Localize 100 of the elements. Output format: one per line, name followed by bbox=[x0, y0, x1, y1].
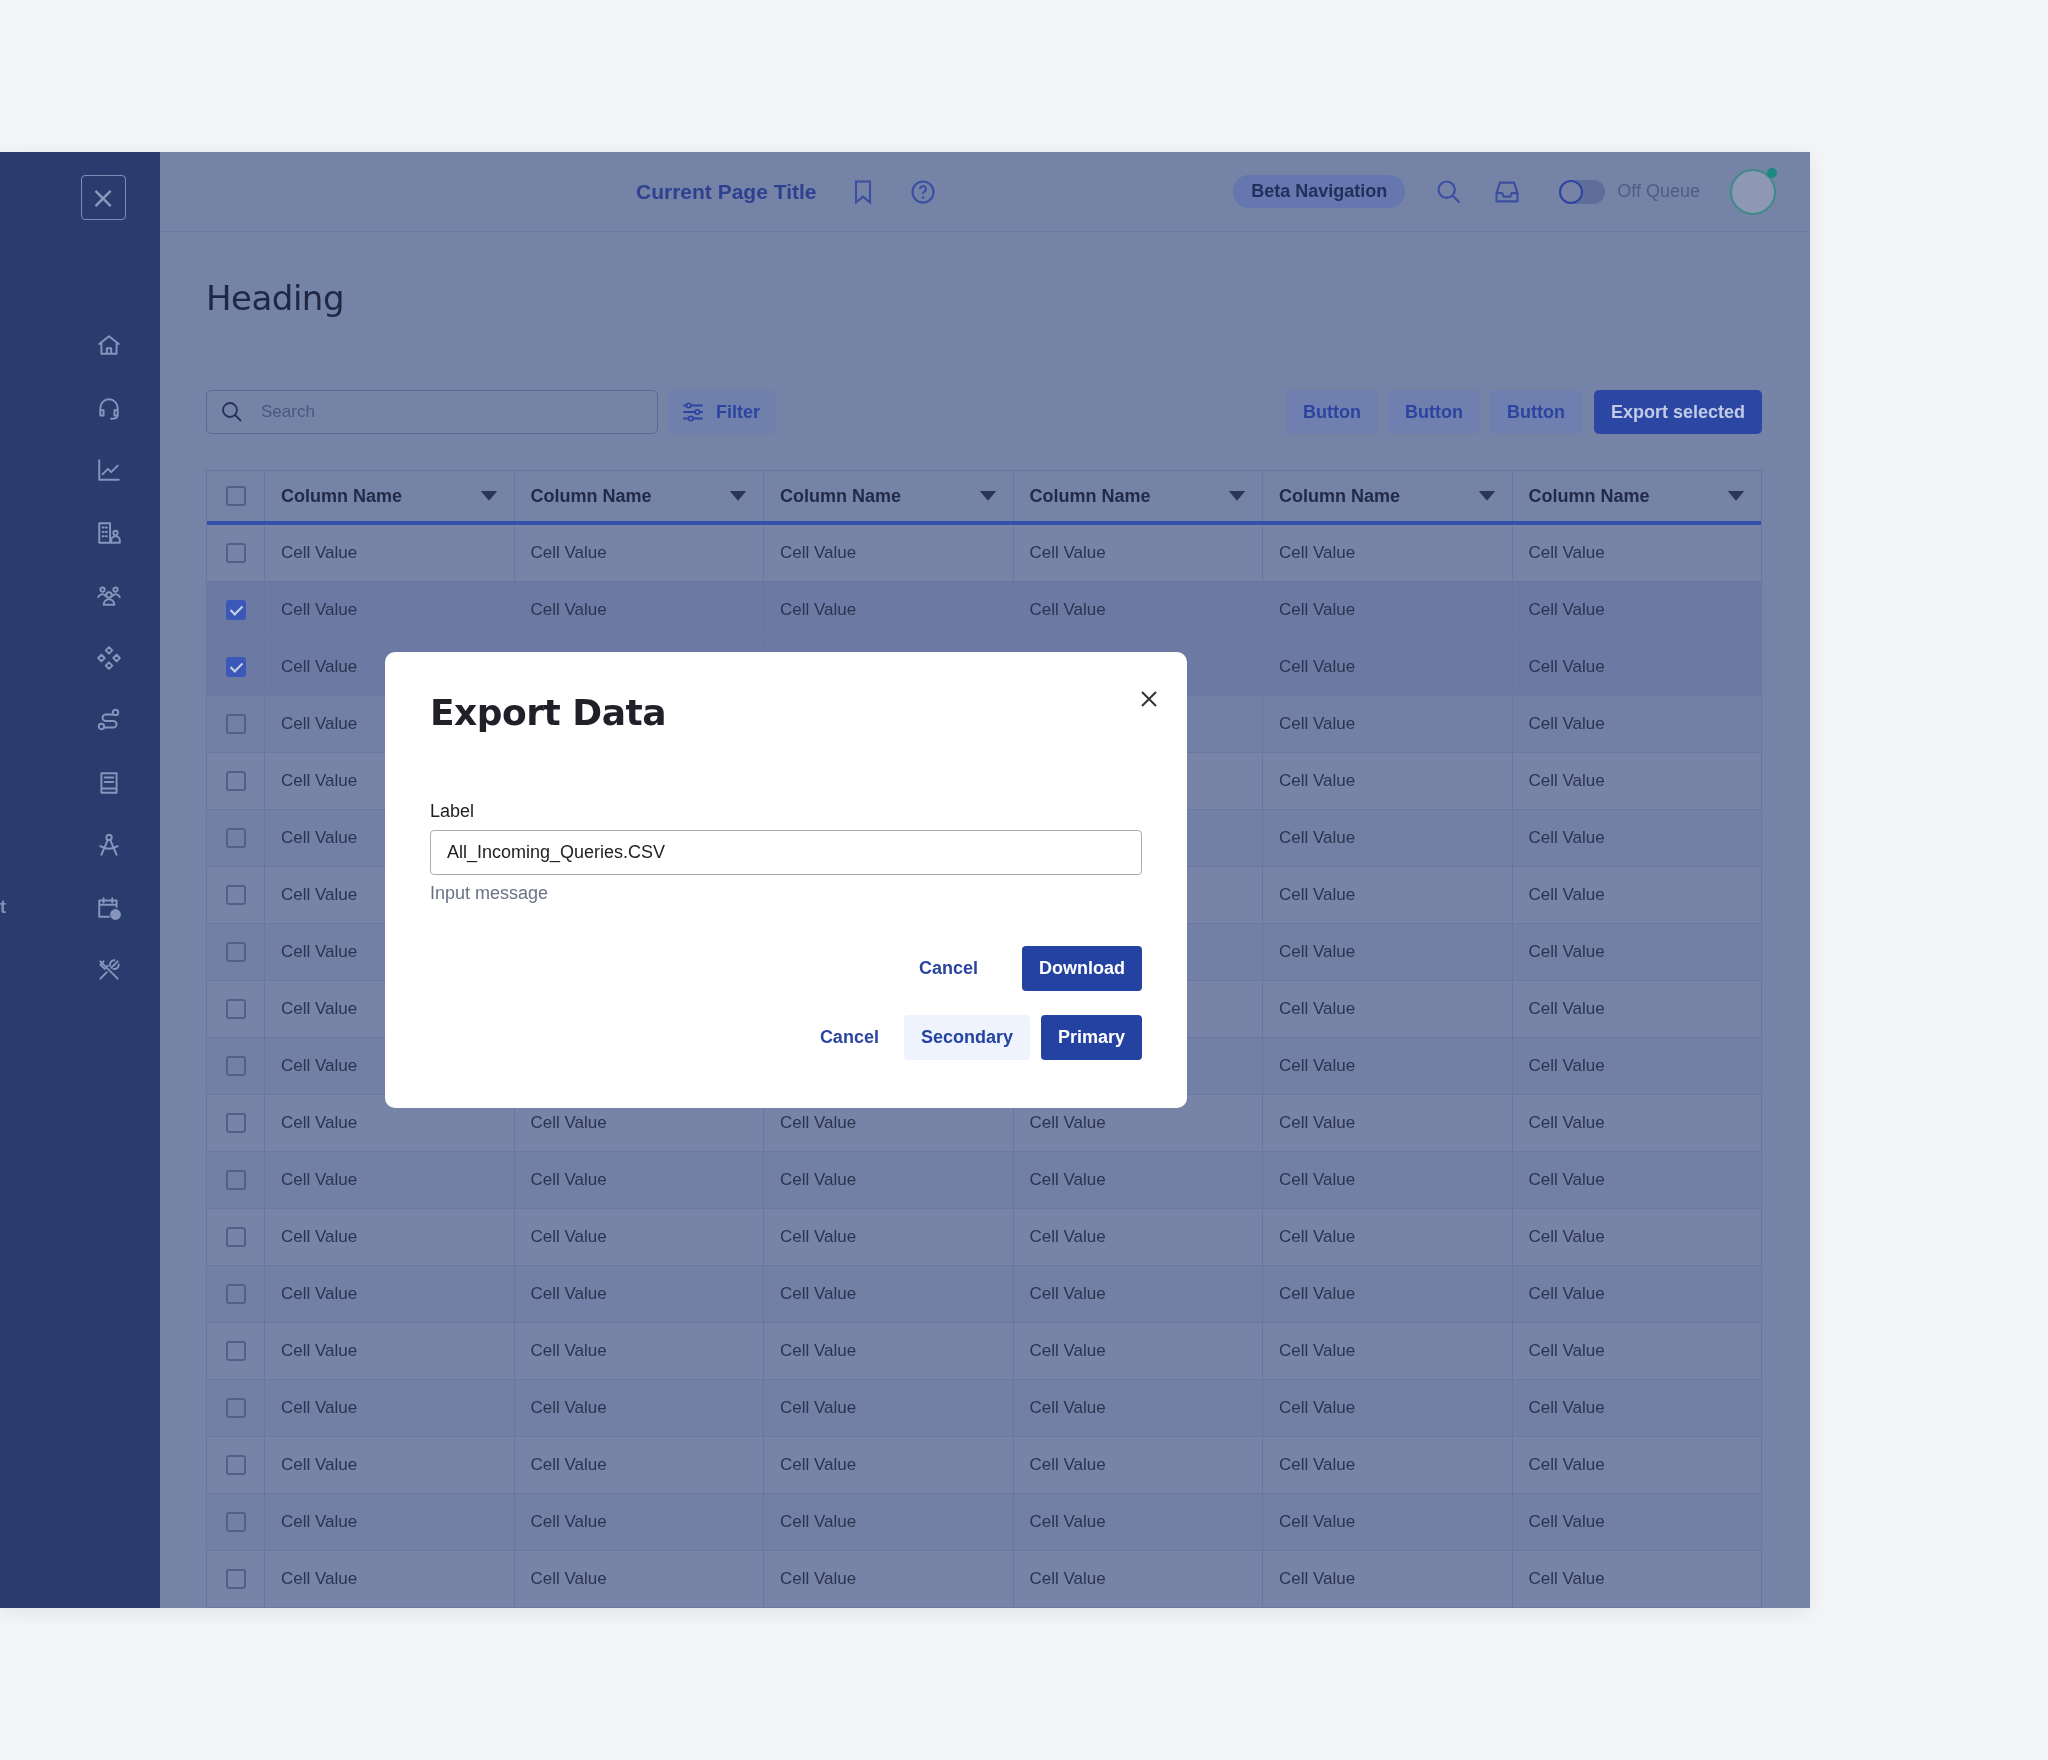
table-cell: Cell Value bbox=[281, 771, 358, 791]
table-cell: Cell Value bbox=[1279, 1056, 1356, 1076]
home-icon[interactable] bbox=[95, 332, 122, 358]
table-cell: Cell Value bbox=[281, 828, 358, 848]
table-cell: Cell Value bbox=[281, 942, 358, 962]
table-cell: Cell Value bbox=[530, 1512, 607, 1532]
route-icon[interactable] bbox=[95, 707, 122, 733]
row-checkbox[interactable] bbox=[225, 1398, 246, 1418]
building-person-icon[interactable] bbox=[95, 519, 122, 546]
cancel-link[interactable]: Cancel bbox=[904, 946, 992, 991]
table-cell: Cell Value bbox=[1528, 828, 1605, 848]
table-cell: Cell Value bbox=[1528, 657, 1605, 677]
table-cell: Cell Value bbox=[281, 1227, 358, 1247]
row-checkbox[interactable] bbox=[225, 942, 246, 962]
row-checkbox[interactable] bbox=[225, 885, 246, 905]
caret-icon[interactable] bbox=[1727, 490, 1745, 502]
table-cell: Cell Value bbox=[281, 1056, 358, 1076]
help-icon[interactable] bbox=[908, 177, 937, 206]
cancel-link[interactable]: Cancel bbox=[805, 1015, 893, 1060]
row-checkbox[interactable] bbox=[225, 600, 246, 620]
table-cell: Cell Value bbox=[530, 1170, 607, 1190]
column-header[interactable]: Column Name bbox=[530, 485, 652, 507]
row-checkbox[interactable] bbox=[225, 1569, 246, 1589]
secondary-button[interactable]: Secondary bbox=[903, 1015, 1030, 1060]
table-cell: Cell Value bbox=[530, 1227, 607, 1247]
toolbar-button[interactable]: Button bbox=[1387, 390, 1480, 434]
table-cell: Cell Value bbox=[281, 1113, 358, 1133]
filter-button[interactable]: Filter bbox=[668, 390, 776, 434]
sidebar-label: t bbox=[0, 897, 6, 918]
line-chart-icon[interactable] bbox=[95, 457, 122, 483]
table-cell: Cell Value bbox=[1528, 1512, 1605, 1532]
primary-button[interactable]: Download bbox=[1022, 946, 1142, 991]
caret-icon[interactable] bbox=[729, 490, 747, 502]
table-cell: Cell Value bbox=[1528, 714, 1605, 734]
table-cell: Cell Value bbox=[281, 999, 358, 1019]
row-checkbox[interactable] bbox=[225, 1113, 246, 1133]
table-cell: Cell Value bbox=[281, 1341, 358, 1361]
table-cell: Cell Value bbox=[780, 1569, 857, 1589]
toolbar-button[interactable]: Button bbox=[1286, 390, 1378, 434]
caret-icon[interactable] bbox=[1477, 490, 1496, 502]
table-cell: Cell Value bbox=[281, 1170, 358, 1190]
file-name-field[interactable]: All_Incoming_Queries.CSV bbox=[430, 830, 1142, 875]
table-cell: Cell Value bbox=[281, 885, 358, 905]
avatar[interactable] bbox=[1730, 168, 1776, 215]
table-cell: Cell Value bbox=[281, 1569, 358, 1589]
export-button[interactable]: Export selected bbox=[1593, 390, 1762, 434]
column-header[interactable]: Column Name bbox=[1029, 485, 1151, 507]
table-cell: Cell Value bbox=[1528, 942, 1605, 962]
close-button[interactable]: × bbox=[80, 175, 126, 220]
column-header[interactable]: Column Name bbox=[1528, 485, 1650, 507]
table-cell: Cell Value bbox=[1279, 885, 1356, 905]
select-all-checkbox[interactable] bbox=[225, 486, 246, 506]
row-checkbox[interactable] bbox=[225, 771, 246, 791]
table-cell: Cell Value bbox=[1029, 600, 1106, 620]
row-checkbox[interactable] bbox=[225, 1341, 246, 1361]
table-cell: Cell Value bbox=[281, 657, 358, 677]
table-cell: Cell Value bbox=[1528, 543, 1605, 563]
table-cell: Cell Value bbox=[780, 1284, 857, 1304]
table-cell: Cell Value bbox=[530, 1113, 607, 1133]
row-checkbox[interactable] bbox=[225, 714, 246, 734]
row-checkbox[interactable] bbox=[225, 1284, 246, 1304]
row-checkbox[interactable] bbox=[225, 1170, 246, 1190]
table-cell: Cell Value bbox=[1279, 657, 1356, 677]
row-checkbox[interactable] bbox=[225, 543, 246, 563]
table-cell: Cell Value bbox=[780, 1455, 857, 1475]
diamonds-icon[interactable] bbox=[95, 644, 122, 671]
row-checkbox[interactable] bbox=[225, 657, 246, 677]
table-cell: Cell Value bbox=[1279, 600, 1356, 620]
table-cell: Cell Value bbox=[1029, 1170, 1106, 1190]
column-header[interactable]: Column Name bbox=[780, 485, 902, 507]
table-cell: Cell Value bbox=[281, 714, 358, 734]
row-checkbox[interactable] bbox=[225, 1056, 246, 1076]
table-cell: Cell Value bbox=[1279, 1284, 1356, 1304]
table-cell: Cell Value bbox=[1279, 771, 1356, 791]
table-cell: Cell Value bbox=[780, 600, 857, 620]
table-cell: Cell Value bbox=[1279, 999, 1356, 1019]
table-cell: Cell Value bbox=[1279, 543, 1356, 563]
page-title: Current Page Title bbox=[636, 179, 817, 204]
caret-icon[interactable] bbox=[1228, 490, 1246, 502]
table-cell: Cell Value bbox=[780, 1170, 857, 1190]
row-checkbox[interactable] bbox=[225, 828, 246, 848]
table-cell: Cell Value bbox=[1279, 1341, 1356, 1361]
toolbar-button[interactable]: Button bbox=[1489, 390, 1582, 434]
row-checkbox[interactable] bbox=[225, 1227, 246, 1247]
row-checkbox[interactable] bbox=[225, 1512, 246, 1532]
table-cell: Cell Value bbox=[1528, 1056, 1605, 1076]
table-cell: Cell Value bbox=[1279, 1227, 1356, 1247]
row-checkbox[interactable] bbox=[225, 1455, 246, 1475]
column-header[interactable]: Column Name bbox=[281, 485, 403, 507]
primary-button[interactable]: Primary bbox=[1040, 1015, 1142, 1060]
row-checkbox[interactable] bbox=[225, 999, 246, 1019]
dialog-title: Export Data bbox=[430, 692, 667, 733]
beta-navigation-badge[interactable]: Beta Navigation bbox=[1233, 175, 1406, 208]
queue-toggle[interactable] bbox=[1559, 179, 1606, 204]
table-cell: Cell Value bbox=[780, 1512, 857, 1532]
caret-icon[interactable] bbox=[479, 490, 498, 502]
table-cell: Cell Value bbox=[530, 1284, 607, 1304]
caret-icon[interactable] bbox=[978, 490, 997, 502]
calendar-person-icon[interactable] bbox=[95, 894, 122, 921]
column-header[interactable]: Column Name bbox=[1279, 485, 1401, 507]
